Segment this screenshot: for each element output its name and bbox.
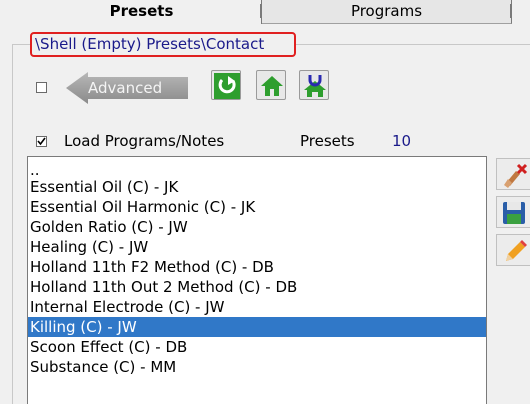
home-icon bbox=[261, 76, 283, 96]
home-magnet-icon bbox=[304, 75, 326, 97]
list-item[interactable]: Internal Electrode (C) - JW bbox=[28, 297, 486, 317]
refresh-button[interactable] bbox=[211, 70, 241, 100]
presets-count-label: Presets bbox=[300, 132, 355, 150]
home-button[interactable] bbox=[256, 70, 286, 100]
list-item[interactable]: Essential Oil Harmonic (C) - JK bbox=[28, 197, 486, 217]
list-item[interactable]: Substance (C) - MM bbox=[28, 357, 486, 377]
save-button[interactable] bbox=[496, 196, 530, 228]
list-item-selected[interactable]: Killing (C) - JW bbox=[28, 317, 486, 337]
list-item[interactable]: Scoon Effect (C) - DB bbox=[28, 337, 486, 357]
advanced-checkbox[interactable] bbox=[36, 82, 47, 93]
clear-button[interactable] bbox=[496, 158, 530, 190]
presets-count-value: 10 bbox=[392, 132, 412, 150]
broom-delete-icon bbox=[504, 163, 528, 188]
load-programs-checkbox[interactable] bbox=[36, 136, 47, 147]
save-disk-icon bbox=[503, 202, 525, 224]
list-item[interactable]: Holland 11th F2 Method (C) - DB bbox=[28, 257, 486, 277]
current-path: \Shell (Empty) Presets\Contact bbox=[30, 32, 296, 57]
list-item[interactable]: Healing (C) - JW bbox=[28, 237, 486, 257]
list-item[interactable]: Essential Oil (C) - JK bbox=[28, 177, 486, 197]
home-magnet-button[interactable] bbox=[299, 70, 329, 100]
refresh-icon bbox=[214, 73, 240, 99]
advanced-label: Advanced bbox=[88, 79, 163, 97]
list-item[interactable]: Golden Ratio (C) - JW bbox=[28, 217, 486, 237]
tab-bar: Presets Programs bbox=[0, 0, 530, 24]
tab-presets[interactable]: Presets bbox=[22, 0, 262, 24]
list-item-parent[interactable]: .. bbox=[28, 163, 486, 178]
tab-programs[interactable]: Programs bbox=[262, 0, 512, 24]
load-programs-label: Load Programs/Notes bbox=[64, 132, 225, 150]
checkmark-icon bbox=[37, 137, 46, 146]
presets-list[interactable]: .. Essential Oil (C) - JK Essential Oil … bbox=[27, 156, 487, 404]
pencil-icon bbox=[506, 240, 527, 261]
edit-button[interactable] bbox=[496, 234, 530, 266]
list-item[interactable]: Holland 11th Out 2 Method (C) - DB bbox=[28, 277, 486, 297]
